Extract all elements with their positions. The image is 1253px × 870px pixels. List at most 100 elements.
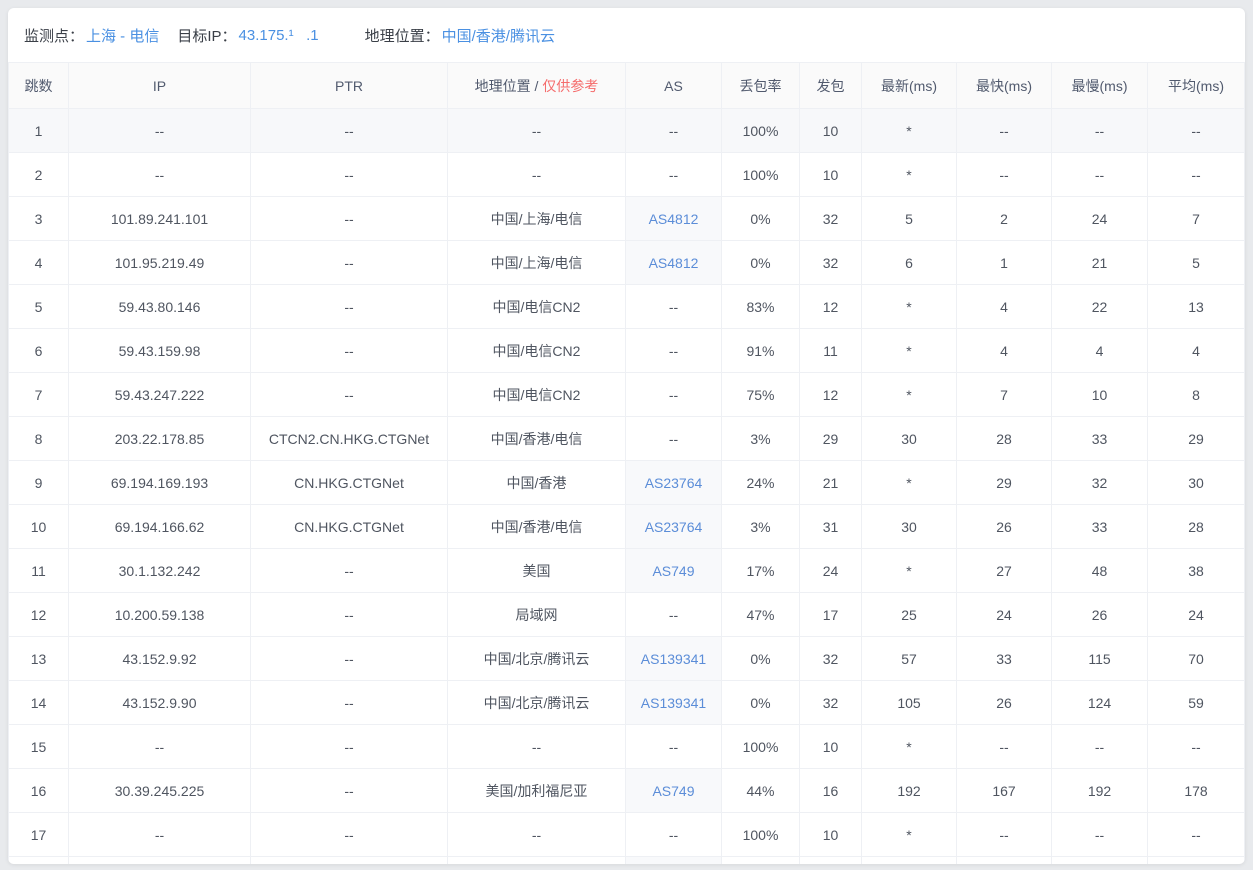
cell-loss: 17% <box>722 549 800 593</box>
cell-loss: 100% <box>722 725 800 769</box>
cell-ptr: -- <box>251 285 448 329</box>
cell-sent: 21 <box>800 461 862 505</box>
cell-avg: 13 <box>1148 285 1245 329</box>
cell-sent: 10 <box>800 813 862 857</box>
cell-fastest: 4 <box>957 329 1052 373</box>
cell-sent: 32 <box>800 241 862 285</box>
col-header-location-note: 仅供参考 <box>542 78 598 94</box>
table-row: 15--------100%10*------ <box>9 725 1245 769</box>
cell-latest: 105 <box>862 681 957 725</box>
cell-avg: 30 <box>1148 461 1245 505</box>
cell-sent: 32 <box>800 637 862 681</box>
cell-hop: 16 <box>9 769 69 813</box>
as-link[interactable]: AS139341 <box>641 651 706 667</box>
geo-location-link[interactable]: 中国/香港/腾讯云 <box>442 25 555 46</box>
cell-sent: 32 <box>800 857 862 865</box>
cell-as: AS4812 <box>626 197 722 241</box>
cell-loss: 0% <box>722 241 800 285</box>
cell-ptr: -- <box>251 549 448 593</box>
cell-avg: 5 <box>1148 241 1245 285</box>
cell-hop: 15 <box>9 725 69 769</box>
cell-hop: 12 <box>9 593 69 637</box>
cell-latest: * <box>862 461 957 505</box>
cell-ip: 59.43.159.98 <box>69 329 251 373</box>
cell-slowest: 192 <box>1052 769 1148 813</box>
cell-ptr: -- <box>251 109 448 153</box>
cell-slowest: 33 <box>1052 417 1148 461</box>
table-row: 3101.89.241.101--中国/上海/电信AS48120%3252247 <box>9 197 1245 241</box>
cell-hop: 5 <box>9 285 69 329</box>
col-header-ptr: PTR <box>251 63 448 109</box>
cell-slowest: -- <box>1052 725 1148 769</box>
cell-avg: 24 <box>1148 593 1245 637</box>
cell-fastest: 33 <box>957 637 1052 681</box>
cell-ptr: -- <box>251 153 448 197</box>
cell-ip: -- <box>69 153 251 197</box>
table-row: 759.43.247.222--中国/电信CN2--75%12*7108 <box>9 373 1245 417</box>
cell-sent: 17 <box>800 593 862 637</box>
cell-sent: 16 <box>800 769 862 813</box>
cell-as: -- <box>626 109 722 153</box>
as-link[interactable]: AS749 <box>652 783 694 799</box>
monitor-point-link[interactable]: 上海 - 电信 <box>86 25 159 46</box>
cell-avg: -- <box>1148 153 1245 197</box>
cell-latest: 25 <box>862 593 957 637</box>
cell-sent: 32 <box>800 681 862 725</box>
cell-loss: 3% <box>722 417 800 461</box>
as-link[interactable]: AS4812 <box>649 255 699 271</box>
cell-latest: * <box>862 373 957 417</box>
cell-slowest: 26 <box>1052 593 1148 637</box>
cell-location: -- <box>448 153 626 197</box>
as-link[interactable]: AS749 <box>652 563 694 579</box>
table-body: 1--------100%10*------2--------100%10*--… <box>9 109 1245 865</box>
table-row: 1443.152.9.90--中国/北京/腾讯云AS1393410%321052… <box>9 681 1245 725</box>
cell-fastest: 24 <box>957 593 1052 637</box>
cell-as: AS749 <box>626 549 722 593</box>
cell-sent: 31 <box>800 505 862 549</box>
cell-ip: 30.39.245.225 <box>69 769 251 813</box>
cell-fastest: -- <box>957 109 1052 153</box>
as-link[interactable]: AS4812 <box>649 211 699 227</box>
cell-loss: 100% <box>722 153 800 197</box>
cell-avg: 178 <box>1148 769 1245 813</box>
cell-as: -- <box>626 813 722 857</box>
cell-sent: 12 <box>800 285 862 329</box>
cell-as: -- <box>626 593 722 637</box>
table-row: 1--------100%10*------ <box>9 109 1245 153</box>
table-row: 1210.200.59.138--局域网--47%1725242624 <box>9 593 1245 637</box>
cell-slowest: 33 <box>1052 505 1148 549</box>
cell-latest: 30 <box>862 417 957 461</box>
cell-latest: * <box>862 725 957 769</box>
target-ip-link[interactable]: 43.175.¹ .1 <box>239 27 319 44</box>
cell-latest: * <box>862 813 957 857</box>
cell-hop: 18 <box>9 857 69 865</box>
cell-avg: -- <box>1148 109 1245 153</box>
cell-ip: -- <box>69 725 251 769</box>
as-link[interactable]: AS23764 <box>645 475 703 491</box>
cell-slowest: -- <box>1052 813 1148 857</box>
cell-slowest: 22 <box>1052 285 1148 329</box>
col-header-hop: 跳数 <box>9 63 69 109</box>
cell-hop: 8 <box>9 417 69 461</box>
cell-as: AS23764 <box>626 461 722 505</box>
cell-loss: 0% <box>722 681 800 725</box>
table-row: 1069.194.166.62CN.HKG.CTGNet中国/香港/电信AS23… <box>9 505 1245 549</box>
cell-ip: 69.194.166.62 <box>69 505 251 549</box>
cell-slowest: 24 <box>1052 197 1148 241</box>
cell-ptr: -- <box>251 725 448 769</box>
cell-ptr: CN.HKG.CTGNet <box>251 461 448 505</box>
table-row: 559.43.80.146--中国/电信CN2--83%12*42213 <box>9 285 1245 329</box>
table-row: 8203.22.178.85CTCN2.CN.HKG.CTGNet中国/香港/电… <box>9 417 1245 461</box>
table-row: 659.43.159.98--中国/电信CN2--91%11*444 <box>9 329 1245 373</box>
as-link[interactable]: AS23764 <box>645 519 703 535</box>
cell-ptr: -- <box>251 637 448 681</box>
cell-fastest: 28 <box>957 417 1052 461</box>
as-link[interactable]: AS139341 <box>641 695 706 711</box>
cell-loss: 83% <box>722 285 800 329</box>
cell-slowest: 33 <box>1052 857 1148 865</box>
cell-ip: 59.43.247.222 <box>69 373 251 417</box>
cell-location: -- <box>448 109 626 153</box>
cell-sent: 11 <box>800 329 862 373</box>
col-header-avg: 平均(ms) <box>1148 63 1245 109</box>
cell-loss: 44% <box>722 769 800 813</box>
